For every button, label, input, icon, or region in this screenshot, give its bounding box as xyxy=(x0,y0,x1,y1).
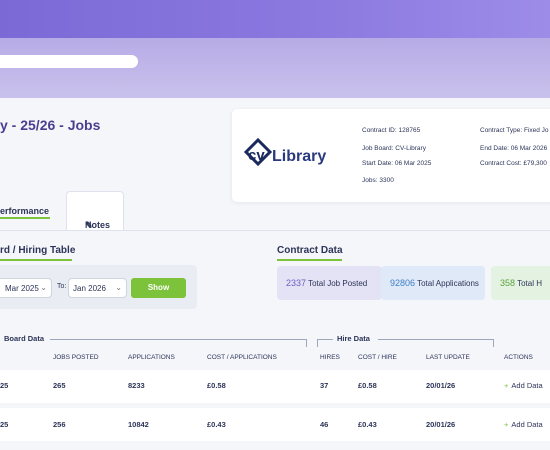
table-row xyxy=(0,408,550,441)
contract-cost: Contract Cost: £79,300 xyxy=(480,160,547,167)
col-applications: APPLICATIONS xyxy=(128,354,175,361)
active-tab-underline xyxy=(0,217,50,219)
hiring-heading-underline xyxy=(0,259,72,261)
row-hires: 46 xyxy=(320,420,329,429)
row-cost-hire: £0.58 xyxy=(358,381,377,390)
row-period: 25 xyxy=(0,420,9,429)
show-button[interactable]: Show xyxy=(131,278,186,298)
col-last-update: LAST UPDATE xyxy=(426,354,470,361)
row-cost-applications: £0.43 xyxy=(207,420,226,429)
cv-library-logo: cv Library xyxy=(244,137,326,167)
from-date-select[interactable]: Mar 2025 ⌄ xyxy=(0,278,52,298)
contract-type: Contract Type: Fixed Jo xyxy=(480,127,549,134)
start-date: Start Date: 06 Mar 2025 xyxy=(362,160,432,167)
hire-data-bracket xyxy=(317,339,494,347)
chevron-down-icon: ⌄ xyxy=(115,283,122,292)
svg-text:Library: Library xyxy=(272,148,326,165)
board-data-bracket xyxy=(50,339,307,347)
col-cost-hire: COST / HIRE xyxy=(358,354,397,361)
row-jobs-posted: 256 xyxy=(53,420,66,429)
table-row xyxy=(0,370,550,403)
stat-total-hires: 358 Total H xyxy=(491,266,550,300)
stat-total-applications: 92806 Total Applications xyxy=(381,266,485,300)
contract-id: Contract ID: 128765 xyxy=(362,127,421,134)
to-label: To: xyxy=(57,283,67,290)
hiring-table-heading: rd / Hiring Table xyxy=(0,245,76,256)
row-applications: 10842 xyxy=(128,420,149,429)
add-data-button[interactable]: + Add Data xyxy=(504,420,543,429)
tab-divider xyxy=(0,230,550,231)
search-input[interactable] xyxy=(0,55,138,68)
row-period: 25 xyxy=(0,381,9,390)
col-cost-applications: COST / APPLICATIONS xyxy=(207,354,277,361)
add-data-button[interactable]: + Add Data xyxy=(504,381,543,390)
col-hires: HIRES xyxy=(320,354,340,361)
end-date: End Date: 06 Mar 2026 xyxy=(480,145,548,152)
board-data-group: Board Data xyxy=(4,334,45,343)
svg-text:cv: cv xyxy=(248,147,265,164)
row-last-update: 20/01/26 xyxy=(426,420,456,429)
hire-bracket-left xyxy=(317,339,333,340)
contract-data-heading: Contract Data xyxy=(277,245,343,256)
col-jobs-posted: JOBS POSTED xyxy=(53,354,99,361)
header-band xyxy=(0,38,550,98)
header-banner xyxy=(0,0,550,38)
tab-notes[interactable]: ✎ Notes xyxy=(66,191,124,231)
plus-icon: + xyxy=(504,420,509,429)
hire-bracket-right xyxy=(378,339,494,340)
page-title: y - 25/26 - Jobs xyxy=(0,117,101,133)
row-hires: 37 xyxy=(320,381,329,390)
row-jobs-posted: 265 xyxy=(53,381,66,390)
contract-heading-underline xyxy=(277,259,342,261)
row-cost-hire: £0.43 xyxy=(358,420,377,429)
stat-total-jobs-posted: 2337 Total Job Posted xyxy=(277,266,382,300)
col-actions: ACTIONS xyxy=(504,354,533,361)
row-applications: 8233 xyxy=(128,381,145,390)
row-cost-applications: £0.58 xyxy=(207,381,226,390)
tab-notes-label: Notes xyxy=(85,220,111,230)
chevron-down-icon: ⌄ xyxy=(40,283,47,292)
job-board: Job Board: CV-Library xyxy=(362,145,426,152)
jobs-count: Jobs: 3300 xyxy=(362,177,394,184)
plus-icon: + xyxy=(504,381,509,390)
tab-performance[interactable]: erformance xyxy=(0,191,66,231)
to-date-select[interactable]: Jan 2026 ⌄ xyxy=(68,278,127,298)
row-last-update: 20/01/26 xyxy=(426,381,456,390)
